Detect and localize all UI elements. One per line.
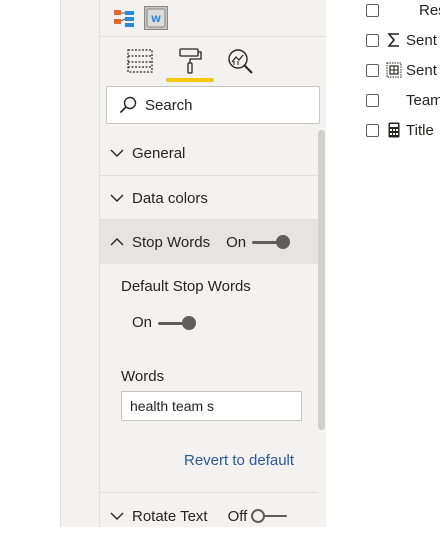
revert-to-default-link[interactable]: Revert to default [184, 452, 294, 469]
sigma-icon [386, 32, 402, 48]
tab-format[interactable] [172, 44, 208, 78]
table-icon [127, 49, 153, 73]
search-icon [119, 96, 137, 114]
grid-icon [386, 62, 402, 78]
toggle-knob [276, 235, 291, 249]
visual-gallery: W [112, 4, 168, 32]
word-cloud-icon[interactable]: W [144, 6, 168, 30]
section-stop-words[interactable]: Stop Words On [100, 220, 318, 264]
divider [100, 492, 318, 493]
svg-text:W: W [151, 15, 161, 25]
chevron-up-icon [110, 235, 124, 249]
active-tab-indicator [166, 78, 214, 82]
section-label: Rotate Text [132, 507, 208, 525]
fields-pane: Resp Sent Sent Team [326, 0, 440, 527]
section-general[interactable]: General [100, 131, 318, 175]
search-placeholder: Search [145, 96, 193, 114]
pane-scrollbar[interactable] [318, 130, 325, 430]
default-stop-words-control: On [132, 314, 197, 331]
magnifier-chart-icon [228, 49, 253, 74]
field-checkbox[interactable] [366, 93, 379, 107]
field-item[interactable]: Team [366, 90, 440, 110]
field-checkbox[interactable] [366, 3, 379, 17]
section-rotate-text[interactable]: Rotate Text Off [100, 494, 318, 538]
default-stop-words-label: Default Stop Words [121, 278, 251, 295]
calculator-icon [386, 122, 402, 138]
section-label: Stop Words [132, 233, 211, 251]
tab-analytics[interactable] [222, 44, 258, 78]
tab-fields[interactable] [122, 44, 158, 78]
section-label: Data colors [132, 189, 208, 207]
field-label: Resp [419, 1, 440, 19]
section-data-colors[interactable]: Data colors [100, 176, 318, 220]
search-box[interactable]: Search [106, 86, 320, 124]
field-label: Sent [406, 61, 437, 79]
visualizations-pane: W Search General Data colors Stop Words … [99, 0, 327, 527]
words-input[interactable]: health team s [121, 391, 302, 421]
field-checkbox[interactable] [366, 33, 379, 47]
field-item[interactable]: Resp [366, 0, 440, 20]
section-label: General [132, 144, 186, 162]
divider [100, 36, 326, 37]
field-item[interactable]: Sent [366, 60, 437, 80]
chevron-down-icon [110, 146, 124, 160]
chevron-down-icon [110, 509, 124, 523]
canvas-edge [0, 0, 61, 527]
default-stop-words-toggle[interactable] [158, 315, 197, 330]
field-item[interactable]: Sent [366, 30, 437, 50]
pane-tabs [100, 40, 326, 82]
field-label: Team [406, 91, 440, 109]
decomposition-tree-icon[interactable] [112, 6, 136, 30]
toggle-state-text: On [226, 233, 247, 251]
chevron-down-icon [110, 191, 124, 205]
paint-roller-icon [179, 48, 202, 74]
words-label: Words [121, 368, 165, 385]
field-label: Title [406, 121, 434, 139]
toggle-state-text: On [132, 314, 153, 331]
stop-words-toggle[interactable] [252, 235, 291, 249]
toggle-knob [251, 509, 266, 523]
rotate-text-toggle[interactable] [251, 509, 289, 523]
toggle-knob [182, 315, 197, 330]
field-checkbox[interactable] [366, 63, 379, 77]
toggle-state-text: Off [227, 507, 248, 525]
field-checkbox[interactable] [366, 123, 379, 137]
pane-gutter [61, 0, 99, 527]
field-item[interactable]: Title [366, 120, 434, 140]
field-label: Sent [406, 31, 437, 49]
